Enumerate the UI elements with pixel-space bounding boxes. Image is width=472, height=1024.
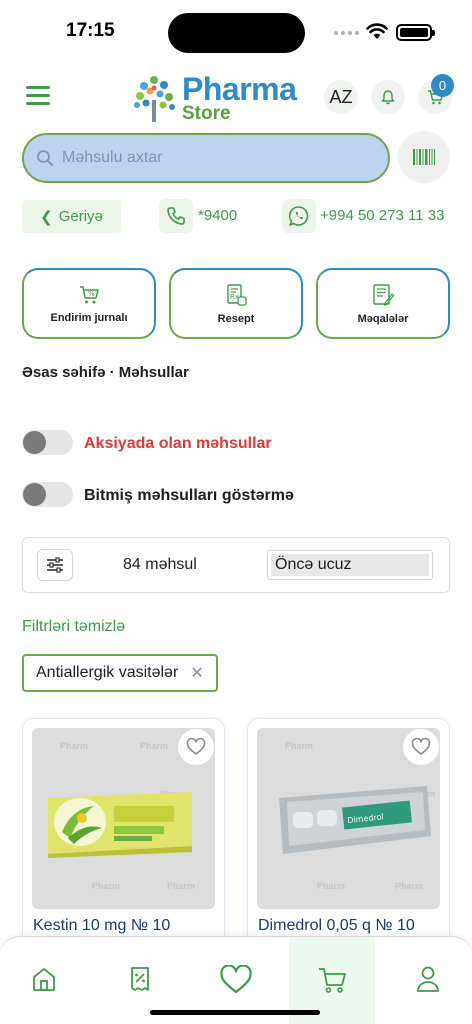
search-icon [37,150,53,166]
articles-card[interactable]: Məqalələr [316,268,450,339]
user-icon [417,966,439,992]
product-name[interactable]: Kestin 10 mg № 10 [33,917,170,935]
nav-home[interactable] [1,937,87,1024]
home-indicator [150,1010,320,1015]
discount-cart-icon: % [80,285,99,303]
product-name[interactable]: Dimedrol 0,05 q № 10 [258,917,415,935]
watermark-text: Pharm [92,881,121,891]
watermark-text: Pharm [317,881,346,891]
whatsapp-number[interactable]: +994 50 273 11 33 [320,207,444,224]
hide-out-of-stock-label: Bitmiş məhsulları göstərmə [84,487,294,504]
quick-link-label: Məqalələr [357,312,409,325]
kestin-box-image [48,792,192,858]
prescription-card[interactable]: Rx Resept [169,268,303,339]
phone-number[interactable]: *9400 [198,207,237,224]
battery-icon [396,24,435,41]
dynamic-island [168,13,305,53]
nav-profile[interactable] [385,937,471,1024]
cart-count-badge: 0 [431,74,454,97]
signal-icon [334,31,359,35]
close-icon[interactable]: ✕ [190,663,203,683]
watermark-text: Pharm [395,881,424,891]
watermark-text: Pharm [140,741,169,751]
search-input[interactable]: Məhsulu axtar [22,133,390,183]
breadcrumb: Əsas səhifə · Məhsullar [22,364,189,381]
sort-value: Öncə ucuz [271,554,429,576]
chevron-left-icon: ❮ [40,208,53,226]
product-card[interactable]: Pharm Pharm Pharm Pharm Pharm Kestin 10 … [22,718,225,958]
whatsapp-icon [288,206,309,226]
watermark-text: Pharm [167,881,196,891]
back-button[interactable]: ❮ Geriyə [22,200,121,233]
wifi-icon [366,23,388,39]
quick-link-label: Resept [217,312,255,325]
back-label: Geriyə [58,208,103,225]
prescription-icon: Rx [227,283,247,306]
favorite-button[interactable] [403,729,439,765]
favorite-button[interactable] [178,729,214,765]
discount-journal-card[interactable]: % Endirim jurnalı [22,268,156,339]
status-bar: 17:15 [0,0,472,60]
cart-icon [319,968,346,993]
svg-text:%: % [88,290,95,298]
logo[interactable]: Pharma Store [130,71,297,124]
watermark-text: Pharm [285,741,314,751]
language-button[interactable]: AZ [324,80,358,114]
hide-out-of-stock-toggle[interactable] [22,482,73,507]
status-time: 17:15 [66,20,115,41]
sort-select[interactable]: Öncə ucuz [267,550,433,580]
phone-button[interactable] [159,199,193,233]
quick-link-label: Endirim jurnalı [50,311,128,324]
heart-icon [411,738,431,755]
promo-products-label: Aksiyada olan məhsullar [84,435,272,452]
article-icon [373,283,395,306]
barcode-scan-button[interactable] [398,131,450,183]
clear-filters-link[interactable]: Filtrləri təmizlə [22,618,125,636]
watermark-text: Pharm [60,741,89,751]
phone-icon [167,207,185,225]
whatsapp-button[interactable] [282,199,316,233]
notifications-button[interactable] [371,80,405,114]
discount-doc-icon [131,967,149,991]
search-placeholder: Məhsulu axtar [62,149,163,166]
tree-logo-icon [134,76,175,122]
heart-icon [220,965,252,994]
bell-icon [381,90,395,105]
active-filter-chip: Antiallergik vasitələr ✕ [22,654,218,692]
barcode-icon [413,149,435,165]
product-count: 84 məhsul [123,556,197,573]
sliders-icon [47,557,63,573]
dimedrol-blister-image: Dimedrol [279,786,431,854]
listing-toolbar: 84 məhsul Öncə ucuz [22,537,450,593]
heart-icon [186,738,206,755]
home-icon [33,968,55,991]
logo-title: Pharma [182,71,297,107]
hamburger-menu-button[interactable] [26,86,50,108]
promo-products-toggle[interactable] [22,430,73,455]
product-card[interactable]: Pharm Pharm Pharm Pharm Dimedrol Dimedro… [247,718,450,958]
filter-chip-label: Antiallergik vasitələr [36,664,179,681]
filter-button[interactable] [37,549,73,581]
